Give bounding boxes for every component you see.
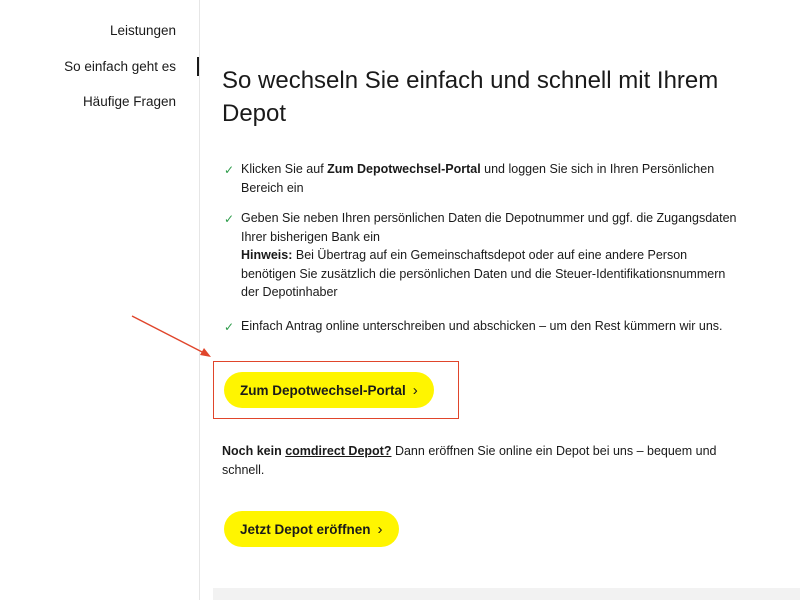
step-text-bold: Zum Depotwechsel-Portal — [327, 162, 481, 176]
page-title: So wechseln Sie einfach und schnell mit … — [222, 67, 719, 127]
hint-text: Bei Übertrag auf ein Gemeinschaftsdepot … — [241, 248, 726, 299]
check-icon: ✓ — [224, 212, 235, 226]
page: Leistungen So einfach geht es Häufige Fr… — [0, 0, 800, 600]
open-depot-note: Noch kein comdirect Depot? Dann eröffnen… — [222, 442, 742, 479]
button-label: Zum Depotwechsel-Portal — [240, 382, 406, 398]
comdirect-depot-link[interactable]: comdirect Depot? — [285, 444, 391, 458]
sidebar-nav: Leistungen So einfach geht es Häufige Fr… — [0, 0, 200, 600]
hint-label: Hinweis: — [241, 248, 293, 262]
footer-strip — [213, 588, 800, 600]
note-pre: Noch kein — [222, 444, 286, 458]
list-item: ✓ Geben Sie neben Ihren persönlichen Dat… — [222, 209, 742, 302]
sidebar-item-so-einfach-geht-es[interactable]: So einfach geht es — [64, 59, 176, 74]
chevron-right-icon: › — [412, 381, 418, 399]
chevron-right-icon: › — [377, 520, 383, 538]
sidebar-item-haeufige-fragen[interactable]: Häufige Fragen — [83, 94, 176, 109]
open-depot-button[interactable]: Jetzt Depot eröffnen › — [224, 511, 399, 547]
check-icon: ✓ — [224, 320, 235, 334]
step-text-pre: Klicken Sie auf — [241, 162, 328, 176]
list-item: ✓ Klicken Sie auf Zum Depotwechsel-Porta… — [222, 160, 742, 197]
sidebar-item-leistungen[interactable]: Leistungen — [110, 23, 176, 38]
button-label: Jetzt Depot eröffnen — [240, 521, 371, 537]
step-text: Geben Sie neben Ihren persönlichen Daten… — [241, 211, 737, 244]
depotwechsel-portal-button[interactable]: Zum Depotwechsel-Portal › — [224, 372, 434, 408]
step-text: Einfach Antrag online unterschreiben und… — [241, 319, 723, 333]
active-nav-indicator — [197, 57, 199, 76]
list-item: ✓ Einfach Antrag online unterschreiben u… — [222, 317, 742, 336]
check-icon: ✓ — [224, 163, 235, 177]
